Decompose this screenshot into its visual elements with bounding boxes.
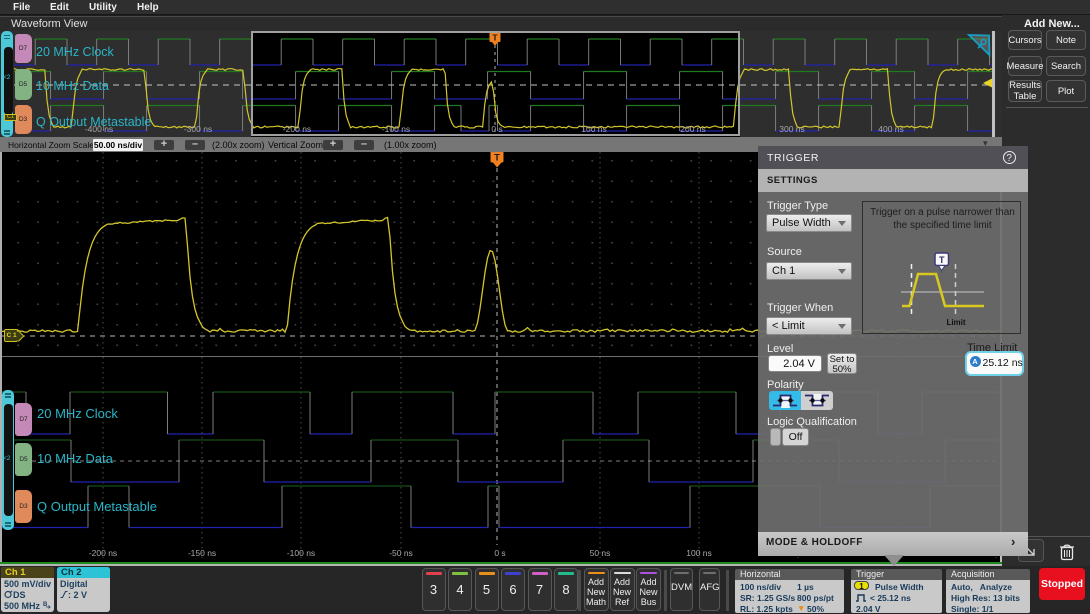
- svg-text:T: T: [939, 255, 945, 265]
- svg-text:Limit: Limit: [946, 318, 965, 327]
- svg-text:T: T: [494, 153, 500, 164]
